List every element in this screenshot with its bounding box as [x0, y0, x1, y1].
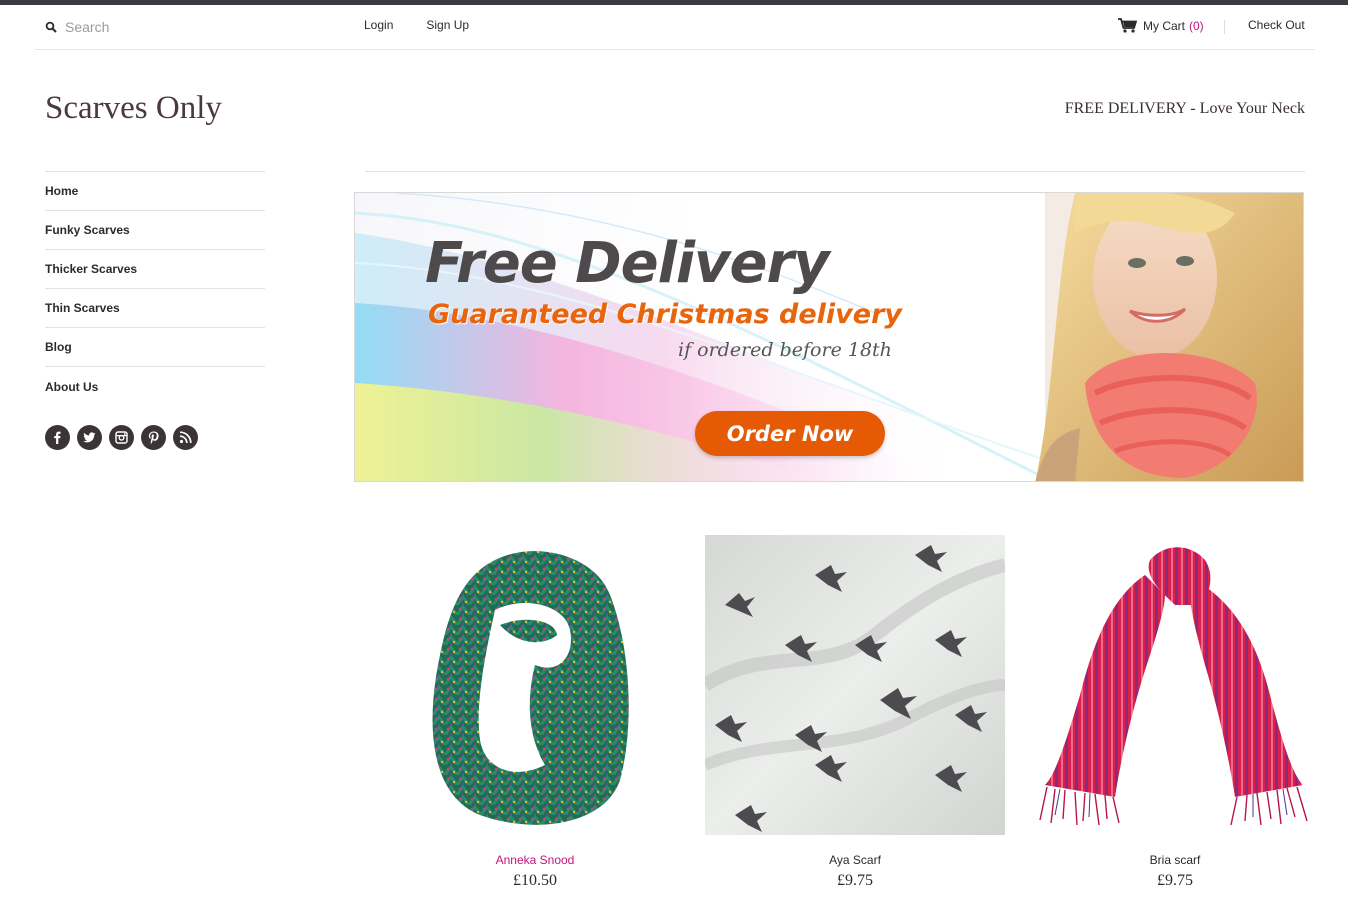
- sidebar-nav: Home Funky Scarves Thicker Scarves Thin …: [45, 171, 265, 406]
- account-links: Login Sign Up: [364, 18, 469, 32]
- instagram-icon[interactable]: [109, 425, 134, 450]
- login-link[interactable]: Login: [364, 18, 393, 32]
- product-name[interactable]: Aya Scarf: [705, 853, 1005, 867]
- signup-link[interactable]: Sign Up: [426, 18, 469, 32]
- search-box[interactable]: [45, 17, 305, 37]
- tagline: FREE DELIVERY - Love Your Neck: [1064, 100, 1305, 117]
- sidebar-item-funky-scarves[interactable]: Funky Scarves: [45, 211, 265, 250]
- social-links: [45, 425, 198, 450]
- sidebar-item-home[interactable]: Home: [45, 172, 265, 211]
- search-input[interactable]: [65, 19, 285, 35]
- cart-icon: [1118, 18, 1137, 33]
- cart-link[interactable]: My Cart (0): [1118, 18, 1204, 33]
- banner-headline: Free Delivery: [425, 231, 830, 296]
- product-price: £9.75: [1157, 872, 1193, 889]
- divider: [365, 171, 1305, 172]
- banner-condition: if ordered before 18th: [678, 339, 892, 361]
- product-price: £9.75: [837, 872, 873, 889]
- pinterest-icon[interactable]: [141, 425, 166, 450]
- product-card[interactable]: Aya Scarf £9.75: [705, 535, 1005, 890]
- product-card[interactable]: Anneka Snood £10.50: [385, 535, 685, 890]
- search-icon: [45, 21, 57, 33]
- product-image[interactable]: [1025, 535, 1325, 835]
- product-name[interactable]: Bria scarf: [1025, 853, 1325, 867]
- rss-icon[interactable]: [173, 425, 198, 450]
- promo-banner[interactable]: Free Delivery Guaranteed Christmas deliv…: [354, 192, 1304, 482]
- sidebar-item-about-us[interactable]: About Us: [45, 367, 265, 406]
- cart-count: (0): [1189, 18, 1204, 33]
- twitter-icon[interactable]: [77, 425, 102, 450]
- product-price: £10.50: [513, 872, 557, 889]
- sidebar-item-thin-scarves[interactable]: Thin Scarves: [45, 289, 265, 328]
- product-card[interactable]: Bria scarf £9.75: [1025, 535, 1325, 890]
- divider: [1224, 20, 1225, 34]
- top-bar: Login Sign Up My Cart (0) Check Out: [35, 5, 1315, 50]
- product-image[interactable]: [385, 535, 685, 835]
- sidebar-item-thicker-scarves[interactable]: Thicker Scarves: [45, 250, 265, 289]
- product-image[interactable]: [705, 535, 1005, 835]
- product-name[interactable]: Anneka Snood: [385, 853, 685, 867]
- order-now-button[interactable]: Order Now: [695, 411, 885, 456]
- banner-subheadline: Guaranteed Christmas delivery: [428, 299, 903, 330]
- cart-label: My Cart: [1143, 18, 1185, 33]
- facebook-icon[interactable]: [45, 425, 70, 450]
- site-title[interactable]: Scarves Only: [45, 90, 222, 127]
- checkout-link[interactable]: Check Out: [1248, 18, 1305, 32]
- sidebar-item-blog[interactable]: Blog: [45, 328, 265, 367]
